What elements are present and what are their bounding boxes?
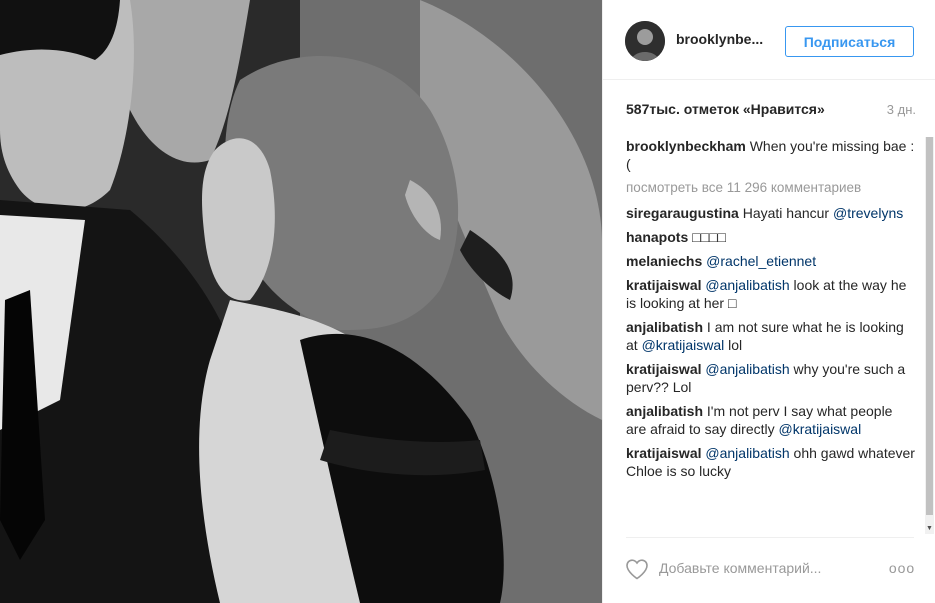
comment-author[interactable]: kratijaiswal [626,277,702,293]
list-item: melaniechs @rachel_etiennet [626,252,916,270]
caption-author[interactable]: brooklynbeckham [626,138,746,154]
list-item: hanapots □□□□ [626,228,916,246]
list-item: kratijaiswal @anjalibatish look at the w… [626,276,916,312]
list-item: kratijaiswal @anjalibatish ohh gawd what… [626,444,916,480]
comment-author[interactable]: kratijaiswal [626,445,702,461]
comment-input[interactable] [659,557,849,579]
comment-author[interactable]: anjalibatish [626,403,703,419]
comment-mention[interactable]: @kratijaiswal [779,421,862,437]
comment-author[interactable]: kratijaiswal [626,361,702,377]
heart-icon[interactable] [625,558,649,580]
comment-author[interactable]: melaniechs [626,253,702,269]
comment-author[interactable]: anjalibatish [626,319,703,335]
comment-mention[interactable]: @anjalibatish [705,445,789,461]
comment-mention[interactable]: @kratijaiswal [642,337,725,353]
likes-row: 587тыс. отметок «Нравится» 3 дн. [626,100,916,120]
avatar[interactable] [625,21,665,61]
comment-mention[interactable]: @anjalibatish [705,361,789,377]
post-photo-image [0,0,602,603]
post-timestamp[interactable]: 3 дн. [887,102,916,117]
list-item: siregaraugustina Hayati hancur @trevelyn… [626,204,916,222]
post-header: brooklynbe... Подписаться [603,0,935,80]
caption: brooklynbeckham When you're missing bae … [626,137,916,173]
avatar-image [625,21,665,61]
comments-scrollbar[interactable]: ▼ [925,137,934,534]
comment-mention[interactable]: @anjalibatish [705,277,789,293]
list-item: kratijaiswal @anjalibatish why you're su… [626,360,916,396]
username-link[interactable]: brooklynbe... [676,31,776,47]
comments-list[interactable]: brooklynbeckham When you're missing bae … [626,137,926,533]
comment-mention[interactable]: @rachel_etiennet [706,253,816,269]
follow-button[interactable]: Подписаться [785,26,914,57]
more-options-label: ooo [888,560,916,576]
divider [626,537,914,538]
comment-text: □□□□ [688,229,726,245]
list-item: anjalibatish I'm not perv I say what peo… [626,402,916,438]
post-photo[interactable] [0,0,602,603]
scroll-down-arrow-icon[interactable]: ▼ [925,522,934,534]
post-sidebar: brooklynbe... Подписаться 587тыс. отмето… [602,0,935,603]
post-footer: ooo [603,537,935,603]
comment-text: Hayati hancur [738,205,833,221]
more-options-icon[interactable]: ooo [889,557,915,579]
scrollbar-thumb[interactable] [926,137,933,515]
list-item: anjalibatish I am not sure what he is lo… [626,318,916,354]
comment-text-tail: lol [724,337,743,353]
likes-count[interactable]: 587тыс. отметок «Нравится» [626,101,825,117]
comment-author[interactable]: hanapots [626,229,688,245]
comment-mention[interactable]: @trevelyns [833,205,903,221]
comment-author[interactable]: siregaraugustina [626,205,739,221]
view-all-comments-link[interactable]: посмотреть все 11 296 комментариев [626,179,926,197]
